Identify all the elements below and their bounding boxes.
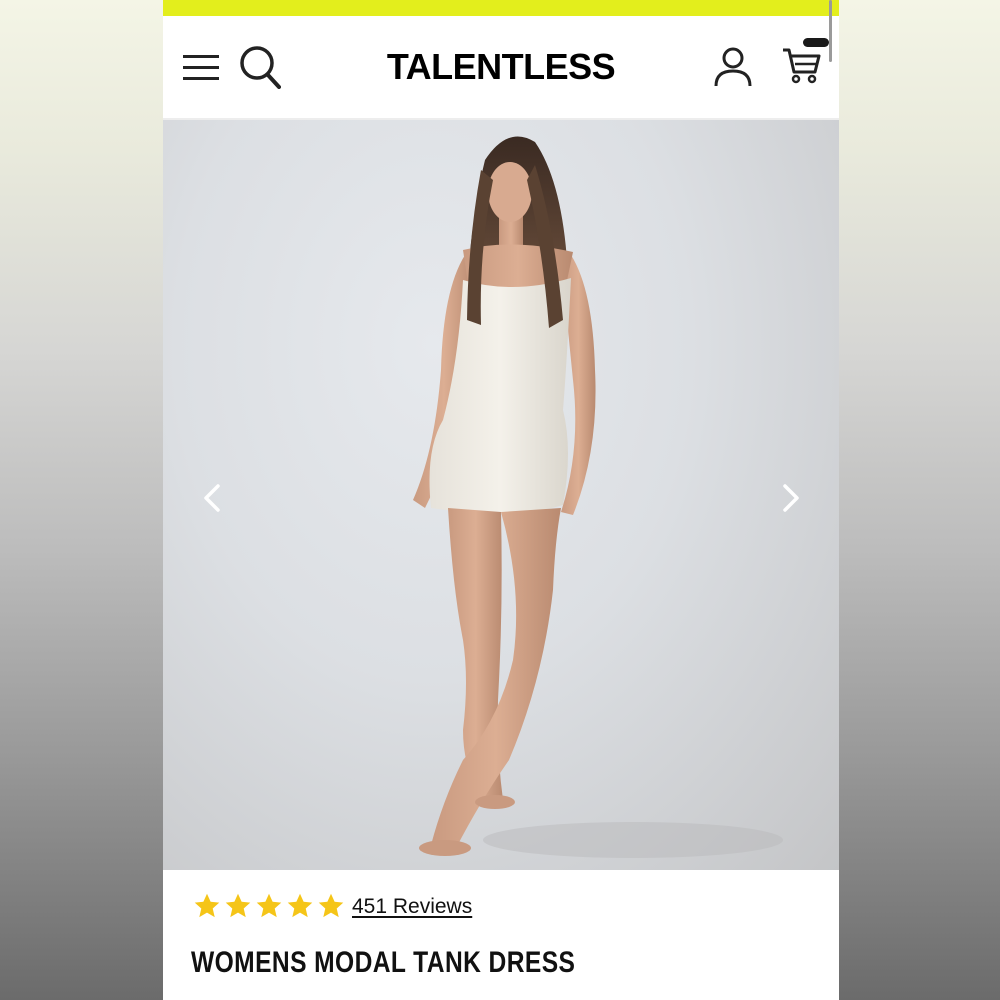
star-icon: [225, 893, 251, 918]
menu-icon[interactable]: [183, 52, 219, 82]
promo-bar[interactable]: [163, 0, 839, 16]
scroll-indicator: [829, 0, 832, 62]
chevron-left-icon[interactable]: [198, 482, 228, 514]
rating-stars: [193, 892, 345, 920]
product-info: 451 Reviews WOMENS MODAL TANK DRESS: [163, 870, 839, 1000]
product-photo: [413, 136, 783, 858]
cart-count-badge: [803, 38, 829, 47]
star-icon: [256, 893, 282, 918]
star-icon: [287, 893, 313, 918]
search-icon[interactable]: [239, 45, 281, 89]
chevron-right-icon[interactable]: [775, 482, 805, 514]
account-icon[interactable]: [713, 46, 753, 88]
star-icon: [318, 893, 344, 918]
product-page: TALENTLESS 451 Reviews WOMENS MODAL TANK…: [163, 0, 839, 1000]
product-title: WOMENS MODAL TANK DRESS: [191, 946, 576, 979]
reviews-link[interactable]: 451 Reviews: [352, 895, 472, 919]
star-icon: [194, 893, 220, 918]
site-header: TALENTLESS: [163, 16, 839, 120]
product-image-gallery[interactable]: [163, 120, 839, 870]
brand-logo[interactable]: TALENTLESS: [331, 46, 671, 88]
cart-icon[interactable]: [781, 46, 823, 86]
